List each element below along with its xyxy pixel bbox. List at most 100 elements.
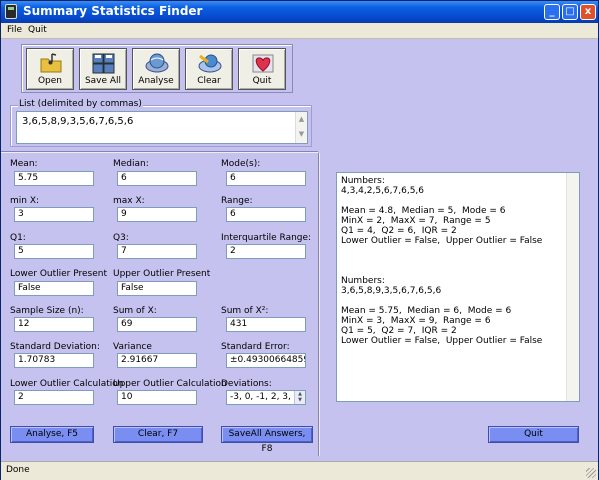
results-line: 3,6,5,8,9,3,5,6,7,6,5,6 [341, 286, 442, 296]
resize-grip-icon[interactable] [586, 468, 596, 478]
mean-field[interactable]: 5.75 [14, 171, 94, 186]
quit-button[interactable]: Quit [488, 426, 579, 443]
save-all-button[interactable]: Save All [79, 48, 127, 90]
maximize-button[interactable]: □ [562, 4, 578, 20]
heart-icon [252, 54, 274, 73]
results-line [341, 196, 575, 206]
sample-size-label: Sample Size (n): [10, 306, 84, 316]
deviations-spinner[interactable]: ▲ ▼ [294, 391, 305, 404]
results-line: Lower Outlier = False, Upper Outlier = F… [341, 336, 543, 346]
menu-bar: File Quit [1, 23, 598, 39]
open-label: Open [37, 76, 63, 86]
sum-x2-field[interactable]: 431 [226, 317, 306, 332]
list-input-value: 3,6,5,8,9,3,5,6,7,6,5,6 [22, 116, 134, 127]
results-text: Numbers: 4,3,4,2,5,6,7,6,5,6 Mean = 4.8, M… [341, 176, 575, 346]
spin-down-icon[interactable]: ▼ [295, 397, 305, 403]
q3-field[interactable]: 7 [117, 244, 197, 259]
max-x-field[interactable]: 9 [117, 207, 197, 222]
upper-outlier-present-field[interactable]: False [117, 281, 197, 296]
main-window: Summary Statistics Finder _ □ x File Qui… [0, 0, 599, 480]
list-group: List (delimited by commas) 3,6,5,8,9,3,5… [10, 99, 312, 147]
save-all-answers-button[interactable]: SaveAll Answers, F8 [221, 426, 313, 454]
deviations-value: -3, 0, -1, 2, 3, [230, 392, 291, 402]
sum-x2-label: Sum of X²: [221, 306, 269, 316]
results-line [341, 256, 575, 266]
toolbar: Open Save All Analyse Clear Quit [21, 44, 293, 93]
q1-label: Q1: [10, 233, 26, 243]
folder-music-icon [40, 53, 62, 73]
max-x-label: max X: [113, 196, 145, 206]
window-title: Summary Statistics Finder [23, 4, 203, 18]
std-error-field[interactable]: ±0.4930066485916 [226, 353, 306, 368]
results-line [341, 246, 575, 256]
results-scrollbar[interactable] [566, 173, 579, 401]
globe-icon [145, 53, 169, 73]
results-line [341, 296, 575, 306]
median-label: Median: [113, 159, 149, 169]
list-input[interactable]: 3,6,5,8,9,3,5,6,7,6,5,6 ▲ ▼ [16, 111, 308, 144]
clear-button[interactable]: Clear [185, 48, 233, 90]
results-line: 4,3,4,2,5,6,7,6,5,6 [341, 186, 425, 196]
results-line: Mean = 4.8, Median = 5, Mode = 6 [341, 206, 506, 216]
minimize-button[interactable]: _ [544, 4, 560, 20]
min-x-field[interactable]: 3 [14, 207, 94, 222]
lower-outlier-calc-label: Lower Outlier Calculation [10, 379, 124, 389]
range-label: Range: [221, 196, 253, 206]
lower-outlier-present-field[interactable]: False [14, 281, 94, 296]
std-error-label: Standard Error: [221, 342, 290, 352]
left-panel-separator [1, 151, 318, 153]
mode-label: Mode(s): [221, 159, 261, 169]
variance-field[interactable]: 2.91667 [117, 353, 197, 368]
q3-label: Q3: [113, 233, 129, 243]
vertical-divider [318, 153, 320, 456]
deviations-field[interactable]: -3, 0, -1, 2, 3, ▲ ▼ [226, 390, 306, 405]
iqr-label: Interquartile Range: [221, 233, 312, 243]
results-line: MinX = 2, MaxX = 7, Range = 5 [341, 216, 491, 226]
quit-label: Quit [252, 76, 272, 86]
lower-outlier-present-label: Lower Outlier Present [10, 269, 108, 279]
results-line: Numbers: [341, 276, 385, 286]
range-field[interactable]: 6 [226, 207, 306, 222]
list-scrollbar[interactable]: ▲ ▼ [295, 112, 307, 143]
min-x-label: min X: [10, 196, 40, 206]
iqr-field[interactable]: 2 [226, 244, 306, 259]
analyse-button[interactable]: Analyse [132, 48, 180, 90]
scroll-up-icon[interactable]: ▲ [296, 112, 307, 127]
sample-size-field[interactable]: 12 [14, 317, 94, 332]
upper-outlier-calc-field[interactable]: 10 [117, 390, 197, 405]
status-text: Done [6, 465, 30, 475]
title-bar[interactable]: Summary Statistics Finder _ □ x [1, 1, 598, 23]
results-output[interactable]: Numbers: 4,3,4,2,5,6,7,6,5,6 Mean = 4.8, M… [336, 172, 580, 402]
save-all-label: Save All [84, 76, 122, 86]
results-line: Numbers: [341, 176, 385, 186]
lower-outlier-calc-field[interactable]: 2 [14, 390, 94, 405]
app-icon [5, 4, 17, 19]
status-bar: Done [1, 461, 598, 480]
results-line: MinX = 3, MaxX = 9, Range = 6 [341, 316, 491, 326]
upper-outlier-present-label: Upper Outlier Present [113, 269, 211, 279]
std-dev-field[interactable]: 1.70783 [14, 353, 94, 368]
mean-label: Mean: [10, 159, 38, 169]
scroll-down-icon[interactable]: ▼ [296, 127, 307, 142]
results-line: Mean = 5.75, Median = 6, Mode = 6 [341, 306, 512, 316]
close-button[interactable]: x [580, 4, 596, 20]
menu-quit[interactable]: Quit [28, 25, 47, 35]
eraser-globe-icon [198, 54, 222, 73]
median-field[interactable]: 6 [117, 171, 197, 186]
open-button[interactable]: Open [26, 48, 74, 90]
mode-field[interactable]: 6 [226, 171, 306, 186]
quit-toolbar-button[interactable]: Quit [238, 48, 286, 90]
q1-field[interactable]: 5 [14, 244, 94, 259]
std-dev-label: Standard Deviation: [10, 342, 100, 352]
list-legend: List (delimited by commas) [18, 99, 143, 109]
analyse-f5-button[interactable]: Analyse, F5 [10, 426, 94, 443]
variance-label: Variance [113, 342, 152, 352]
results-line [341, 266, 575, 276]
clear-label: Clear [197, 76, 221, 86]
menu-file[interactable]: File [7, 25, 22, 35]
results-line: Q1 = 5, Q2 = 7, IQR = 2 [341, 326, 457, 336]
sum-x-field[interactable]: 69 [117, 317, 197, 332]
disk-stack-icon [92, 53, 115, 74]
clear-f7-button[interactable]: Clear, F7 [113, 426, 203, 443]
analyse-label: Analyse [138, 76, 174, 86]
